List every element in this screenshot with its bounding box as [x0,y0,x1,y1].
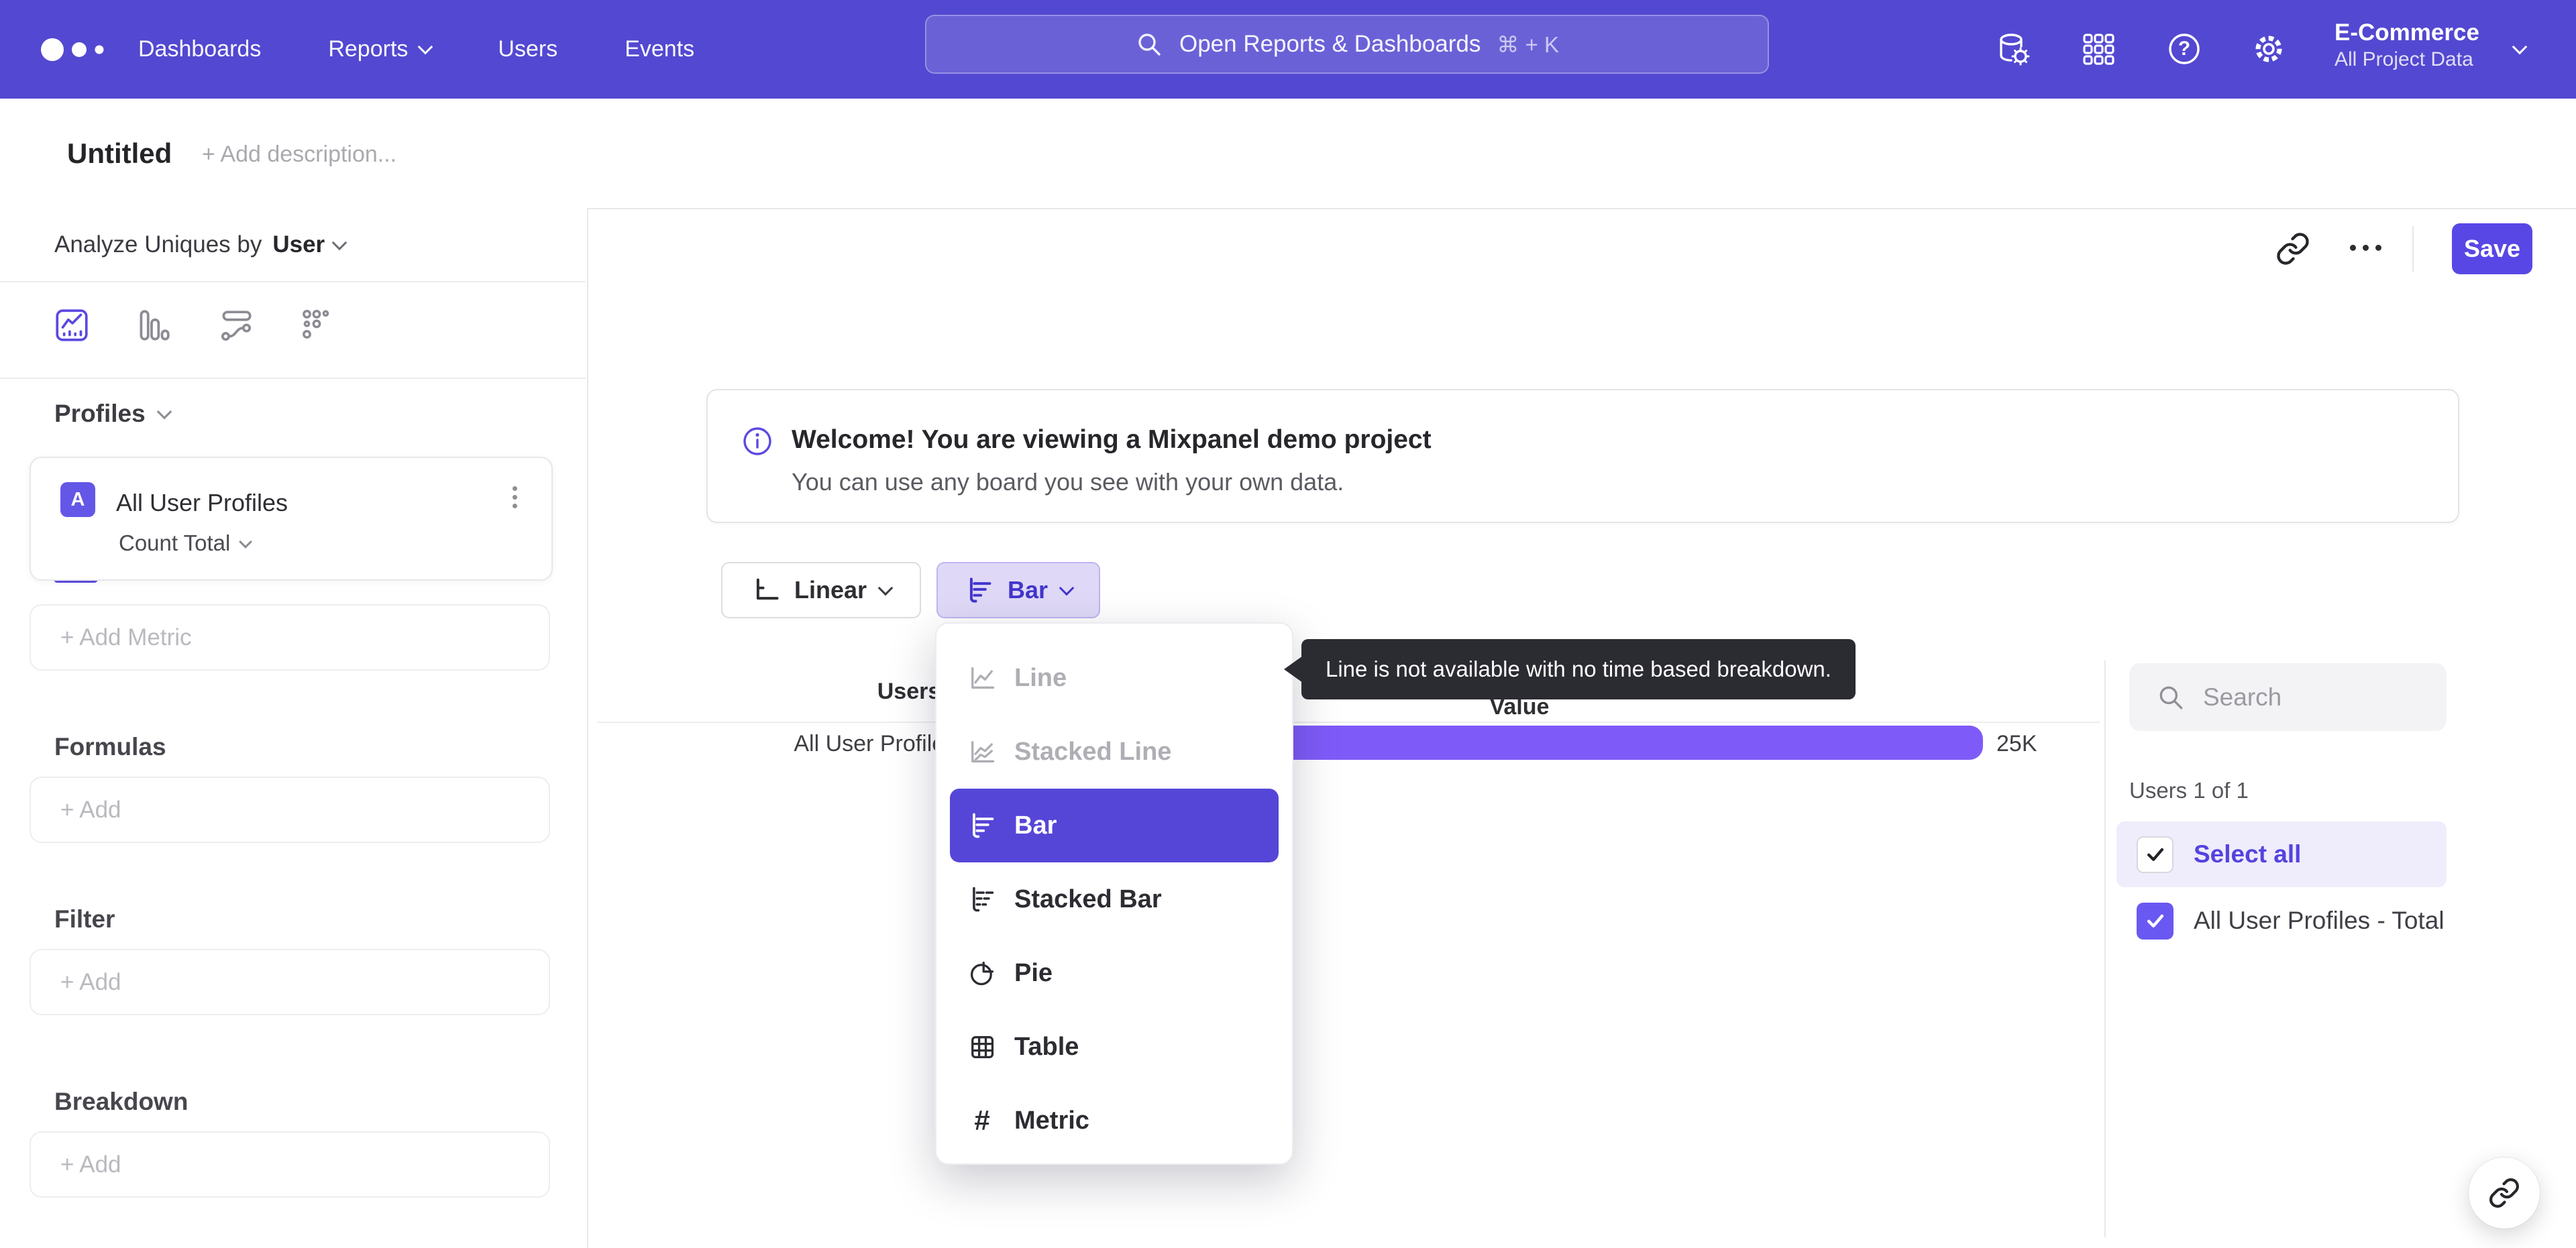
tab-funnels[interactable] [132,305,172,345]
line-chart-icon [967,663,997,693]
chevron-down-icon [156,404,172,420]
metric-card[interactable]: A All User Profiles Count Total [30,457,553,581]
banner-title: Welcome! You are viewing a Mixpanel demo… [792,425,1432,454]
metric-letter-badge: A [60,482,95,517]
pie-chart-icon [967,958,997,988]
table-icon [967,1032,997,1062]
top-nav: Dashboards Reports Users Events Open Rep… [0,0,2576,99]
report-title[interactable]: Untitled [67,137,172,170]
series-checkbox-checked[interactable] [2137,902,2174,940]
metric-hash-icon: # [974,1104,990,1136]
project-switcher[interactable]: E-Commerce All Project Data [2334,19,2479,72]
copy-link-icon[interactable] [2275,231,2310,266]
tab-retention[interactable] [297,305,337,345]
add-metric-button[interactable]: + Add Metric [30,604,550,671]
project-chevron-icon [2512,39,2528,55]
legend-count: Users 1 of 1 [2129,778,2249,803]
data-management-icon[interactable] [1994,30,2031,68]
apps-grid-icon[interactable] [2080,30,2117,68]
help-icon[interactable]: ? [2165,30,2203,68]
chevron-down-icon [239,534,253,549]
analyze-uniques-label: Analyze Uniques by [54,231,262,258]
demo-banner: Welcome! You are viewing a Mixpanel demo… [706,389,2459,523]
stacked-line-chart-icon [967,737,997,767]
menu-item-bar[interactable]: Bar [950,789,1279,862]
mixpanel-app: Dashboards Reports Users Events Open Rep… [0,0,2576,1248]
add-filter-button[interactable]: + Add [30,949,550,1015]
legend-series-row[interactable]: All User Profiles - Total [2116,897,2447,944]
disabled-option-tooltip: Line is not available with no time based… [1284,639,1856,699]
info-icon [741,425,773,457]
add-breakdown-button[interactable]: + Add [30,1131,550,1198]
chevron-down-icon [331,235,347,250]
metric-aggregation-dropdown[interactable]: Count Total [119,530,253,556]
linear-scale-icon [751,575,781,605]
chevron-down-icon [418,39,433,54]
menu-item-metric[interactable]: # Metric [936,1084,1292,1157]
bar-chart-icon [967,811,997,840]
metric-name[interactable]: All User Profiles [116,489,288,517]
save-button[interactable]: Save [2452,223,2532,274]
share-link-button[interactable] [2469,1157,2540,1229]
menu-item-stacked-line[interactable]: Stacked Line [936,715,1292,789]
table-header-divider [597,722,2100,723]
formulas-label: Formulas [54,733,166,760]
bar-chart-icon [965,575,994,605]
link-icon [2488,1177,2520,1209]
search-shortcut: ⌘ + K [1497,32,1560,57]
add-formula-button[interactable]: + Add [30,777,550,843]
query-builder-sidebar: Analyze Uniques by User Profiles A All U… [0,208,588,1248]
menu-item-pie[interactable]: Pie [936,936,1292,1010]
project-name: E-Commerce [2334,19,2479,46]
tab-insights[interactable] [52,305,92,345]
menu-item-stacked-bar[interactable]: Stacked Bar [936,862,1292,936]
filter-label: Filter [54,905,115,933]
chevron-down-icon [877,580,894,596]
banner-subtitle: You can use any board you see with your … [792,468,1344,496]
stacked-bar-chart-icon [967,885,997,914]
legend-search [2129,663,2447,731]
search-placeholder: Open Reports & Dashboards [1179,31,1481,57]
analyze-entity-dropdown[interactable]: User [272,231,347,258]
profiles-section-header[interactable]: Profiles [54,390,172,437]
tab-flows[interactable] [216,305,256,345]
nav-events[interactable]: Events [625,36,694,62]
settings-gear-icon[interactable] [2250,30,2288,68]
nav-dashboards[interactable]: Dashboards [138,36,261,62]
search-icon [1135,30,1163,58]
chevron-down-icon [1059,580,1075,596]
select-all-checkbox[interactable] [2137,836,2174,873]
metric-kebab-menu[interactable] [508,478,521,516]
add-description[interactable]: + Add description... [202,141,396,168]
titlebar-divider [2412,226,2414,272]
search-icon [2156,683,2186,712]
scale-selector-button[interactable]: Linear [721,562,921,618]
menu-item-table[interactable]: Table [936,1010,1292,1084]
breakdown-label: Breakdown [54,1088,189,1115]
chart-type-button[interactable]: Bar [936,562,1100,618]
nav-reports[interactable]: Reports [328,36,433,62]
nav-users[interactable]: Users [498,36,557,62]
legend-search-input[interactable] [2202,682,2419,712]
legend-panel-divider [2104,661,2106,1237]
mixpanel-logo-icon[interactable] [40,38,114,62]
chart-bar-value: 25K [1996,731,2037,756]
select-all-row[interactable]: Select all [2116,821,2447,887]
menu-item-line[interactable]: Line [936,641,1292,715]
chart-type-dropdown: Line Stacked Line Bar Stacked Bar Pie Ta… [935,622,1293,1165]
global-search[interactable]: Open Reports & Dashboards ⌘ + K [925,15,1769,74]
more-options-button[interactable] [2347,245,2385,251]
project-scope: All Project Data [2334,48,2473,70]
report-title-bar: Untitled + Add description... Save [0,99,2576,274]
